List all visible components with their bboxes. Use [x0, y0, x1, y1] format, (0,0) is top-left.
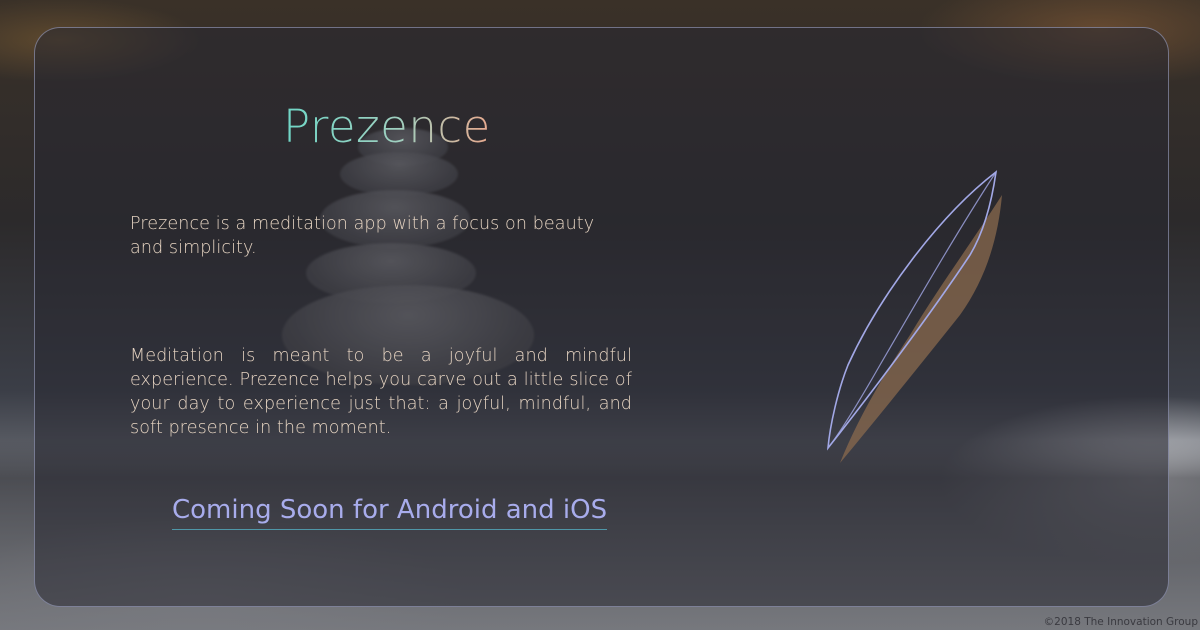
description-text: Meditation is meant to be a joyful and m… — [130, 346, 632, 438]
app-title: Prezence — [283, 100, 491, 153]
coming-soon-link[interactable]: Coming Soon for Android and iOS — [172, 495, 608, 530]
copyright-text: ©2018 The Innovation Group — [1043, 616, 1198, 628]
intro-text: Prezence is a meditation app with a focu… — [130, 214, 595, 258]
leaf-logo-icon — [820, 165, 1020, 469]
landing-page: Prezence Prezence is a meditation app wi… — [0, 0, 1200, 630]
